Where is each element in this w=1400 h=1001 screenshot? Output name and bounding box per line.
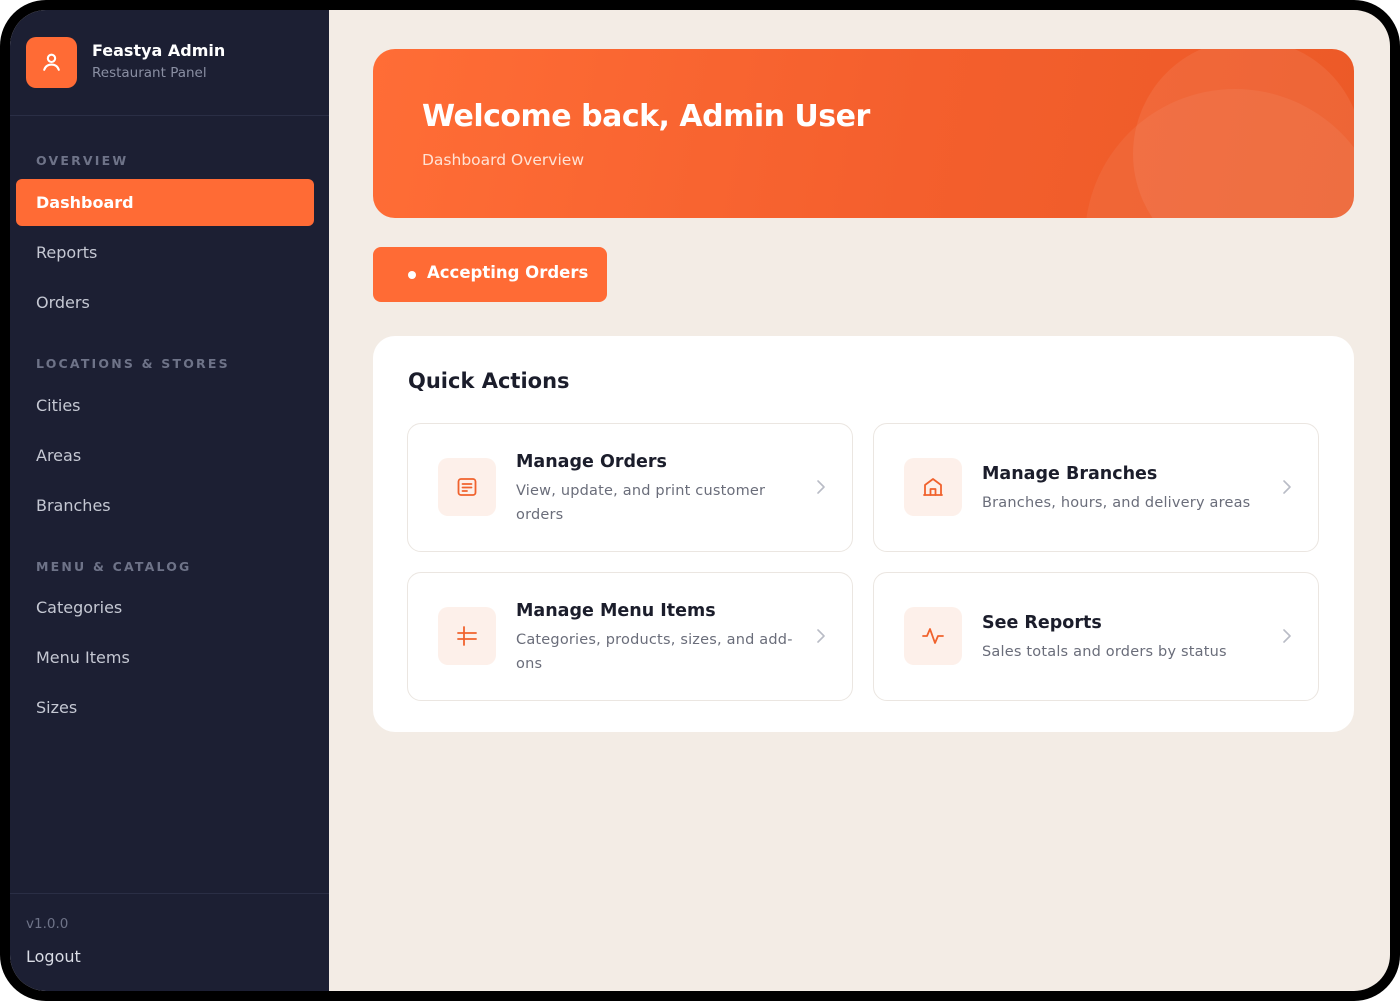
action-title: Manage Menu Items [516, 601, 716, 621]
section-title: Quick Actions [408, 369, 570, 393]
action-description: Sales totals and orders by status [982, 644, 1227, 660]
divider [10, 893, 329, 894]
action-icon-tile [438, 458, 496, 516]
action-description: Branches, hours, and delivery areas [982, 495, 1251, 511]
sidebar-item-dashboard[interactable]: Dashboard [16, 179, 314, 226]
action-icon-tile [904, 607, 962, 665]
store-icon [923, 478, 943, 496]
device-frame: Feastya Admin Restaurant Panel OVERVIEW … [0, 0, 1400, 1001]
chevron-right-icon [817, 629, 825, 643]
status-dot-icon [408, 271, 416, 279]
divider [10, 115, 329, 116]
nav-section-locations: LOCATIONS & STORES [36, 356, 230, 371]
brand-logo [26, 37, 77, 88]
brand-subtitle: Restaurant Panel [92, 65, 207, 81]
action-description: Categories, products, sizes, and add-ons [516, 632, 793, 672]
receipt-icon [457, 478, 477, 496]
see-reports-card[interactable]: See Reports Sales totals and orders by s… [873, 572, 1319, 701]
manage-orders-card[interactable]: Manage Orders View, update, and print cu… [407, 423, 853, 552]
app-screen: Feastya Admin Restaurant Panel OVERVIEW … [10, 10, 1390, 991]
logout-link[interactable]: Logout [26, 947, 81, 966]
welcome-banner: Welcome back, Admin User Dashboard Overv… [373, 49, 1354, 218]
menu-list-icon [457, 626, 477, 646]
version-label: v1.0.0 [26, 916, 69, 932]
chevron-right-icon [817, 480, 825, 494]
sidebar: Feastya Admin Restaurant Panel OVERVIEW … [10, 10, 329, 991]
sidebar-item-reports[interactable]: Reports [16, 229, 314, 276]
action-title: Manage Branches [982, 464, 1158, 484]
quick-actions-card: Quick Actions Manage Orders View, update… [373, 336, 1354, 732]
sidebar-item-areas[interactable]: Areas [16, 432, 314, 479]
action-icon-tile [438, 607, 496, 665]
action-title: Manage Orders [516, 452, 667, 472]
nav-section-overview: OVERVIEW [36, 153, 129, 168]
chevron-right-icon [1283, 480, 1291, 494]
sidebar-item-menu-items[interactable]: Menu Items [16, 634, 314, 681]
action-title: See Reports [982, 613, 1102, 633]
manage-branches-card[interactable]: Manage Branches Branches, hours, and del… [873, 423, 1319, 552]
sidebar-item-cities[interactable]: Cities [16, 382, 314, 429]
brand: Feastya Admin Restaurant Panel [26, 37, 316, 89]
accepting-orders-button[interactable]: Accepting Orders [373, 247, 607, 302]
sidebar-item-branches[interactable]: Branches [16, 482, 314, 529]
status-label: Accepting Orders [427, 263, 589, 282]
page-title: Welcome back, Admin User [422, 99, 870, 134]
chevron-right-icon [1283, 629, 1291, 643]
activity-icon [922, 628, 944, 644]
page-subtitle: Dashboard Overview [422, 151, 584, 169]
sidebar-item-orders[interactable]: Orders [16, 279, 314, 326]
brand-title: Feastya Admin [92, 41, 226, 60]
manage-menu-items-card[interactable]: Manage Menu Items Categories, products, … [407, 572, 853, 701]
sidebar-item-categories[interactable]: Categories [16, 584, 314, 631]
sidebar-item-sizes[interactable]: Sizes [16, 684, 314, 731]
action-icon-tile [904, 458, 962, 516]
user-icon [43, 53, 60, 71]
action-description: View, update, and print customer orders [516, 483, 766, 523]
nav-section-menu: MENU & CATALOG [36, 559, 192, 574]
